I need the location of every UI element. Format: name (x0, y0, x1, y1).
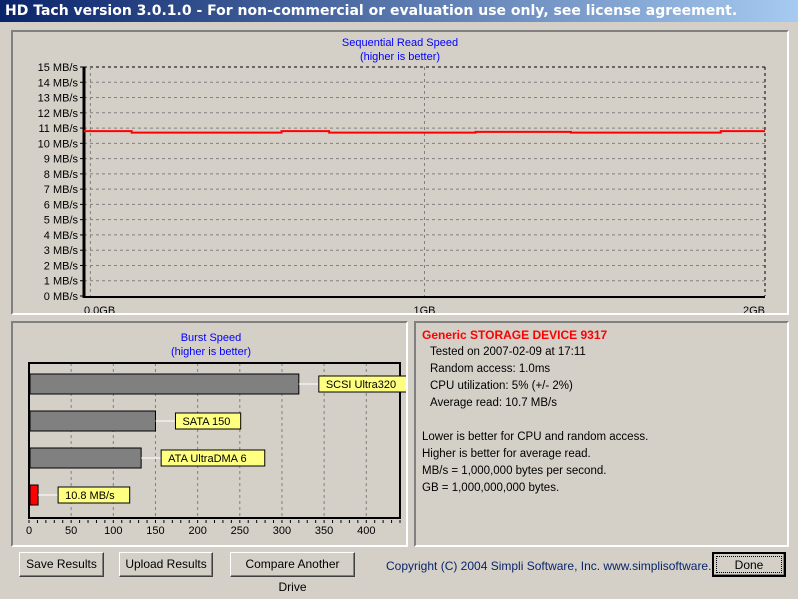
y-tick-label: 10 MB/s (38, 138, 79, 150)
y-tick-label: 14 MB/s (38, 77, 79, 89)
x-tick-label: 350 (315, 525, 333, 537)
y-tick-label: 5 MB/s (44, 215, 79, 227)
y-tick-label: 15 MB/s (38, 62, 79, 74)
upload-results-button[interactable]: Upload Results (119, 552, 213, 577)
x-tick-label: 100 (104, 525, 122, 537)
x-tick-label: 150 (146, 525, 164, 537)
y-tick-label: 7 MB/s (44, 184, 79, 196)
chart-title: Burst Speed (181, 332, 242, 344)
bar (29, 373, 300, 395)
note-read: Higher is better for average read. (422, 448, 591, 460)
chart-subtitle: (higher is better) (171, 346, 251, 358)
y-tick-label: 12 MB/s (38, 108, 79, 120)
bar (29, 410, 156, 432)
y-tick-label: 11 MB/s (38, 123, 78, 135)
x-tick-label: 50 (65, 525, 77, 537)
y-tick-label: 1 MB/s (44, 276, 79, 288)
y-tick-label: 4 MB/s (44, 230, 79, 242)
burst-chart-svg: Burst Speed (higher is better) 0 50 100 150… (26, 332, 417, 537)
x-tick-label: 200 (188, 525, 206, 537)
y-tick-label: 0 MB/s (44, 291, 79, 303)
note-mbs: MB/s = 1,000,000 bytes per second. (422, 465, 607, 477)
done-button[interactable]: Done (712, 552, 786, 577)
device-name: Generic STORAGE DEVICE 9317 (422, 328, 608, 342)
average-read: Average read: 10.7 MB/s (430, 397, 557, 409)
y-tick-label: 3 MB/s (44, 245, 79, 257)
note-cpu: Lower is better for CPU and random acces… (422, 431, 649, 443)
bar (29, 484, 39, 506)
chart-title: Sequential Read Speed (342, 37, 458, 49)
bar-label: ATA UltraDMA 6 (168, 453, 246, 465)
save-results-button[interactable]: Save Results (19, 552, 104, 577)
x-tick-label: 0 (26, 525, 32, 537)
y-tick-label: 6 MB/s (44, 199, 79, 211)
compare-drive-button[interactable]: Compare Another Drive (230, 552, 355, 594)
x-tick-label: 2GB (743, 305, 765, 313)
x-tick-label: 0.0GB (84, 305, 115, 313)
title-bar: HD Tach version 3.0.1.0 - For non-commer… (0, 0, 798, 22)
x-tick-label: 250 (231, 525, 249, 537)
read-speed-line (84, 130, 765, 134)
y-tick-label: 8 MB/s (44, 169, 79, 181)
y-tick-label: 9 MB/s (44, 154, 79, 166)
bar-label: SCSI Ultra320 (326, 379, 396, 391)
y-tick-label: 2 MB/s (44, 260, 79, 272)
chart-subtitle: (higher is better) (360, 51, 440, 63)
x-tick-label: 300 (273, 525, 291, 537)
y-tick-label: 13 MB/s (38, 93, 79, 105)
bar-label: 10.8 MB/s (65, 490, 115, 502)
results-info-panel: Generic STORAGE DEVICE 9317 Tested on 20… (414, 321, 789, 547)
x-tick-label: 400 (357, 525, 375, 537)
sequential-read-chart: Sequential Read Speed (higher is better)… (11, 30, 789, 317)
tested-date: Tested on 2007-02-09 at 17:11 (430, 346, 586, 358)
cpu-utilization: CPU utilization: 5% (+/- 2%) (430, 380, 573, 392)
bar (29, 447, 142, 469)
burst-speed-chart: Burst Speed (higher is better) 0 50 100 150… (11, 321, 417, 547)
copyright-text: Copyright (C) 2004 Simpli Software, Inc.… (386, 559, 735, 573)
x-tick-label: 1GB (413, 305, 435, 313)
random-access: Random access: 1.0ms (430, 363, 551, 375)
sequential-chart-svg: Sequential Read Speed (higher is better)… (38, 37, 766, 317)
note-gb: GB = 1,000,000,000 bytes. (422, 482, 560, 494)
bar-label: SATA 150 (182, 416, 230, 428)
